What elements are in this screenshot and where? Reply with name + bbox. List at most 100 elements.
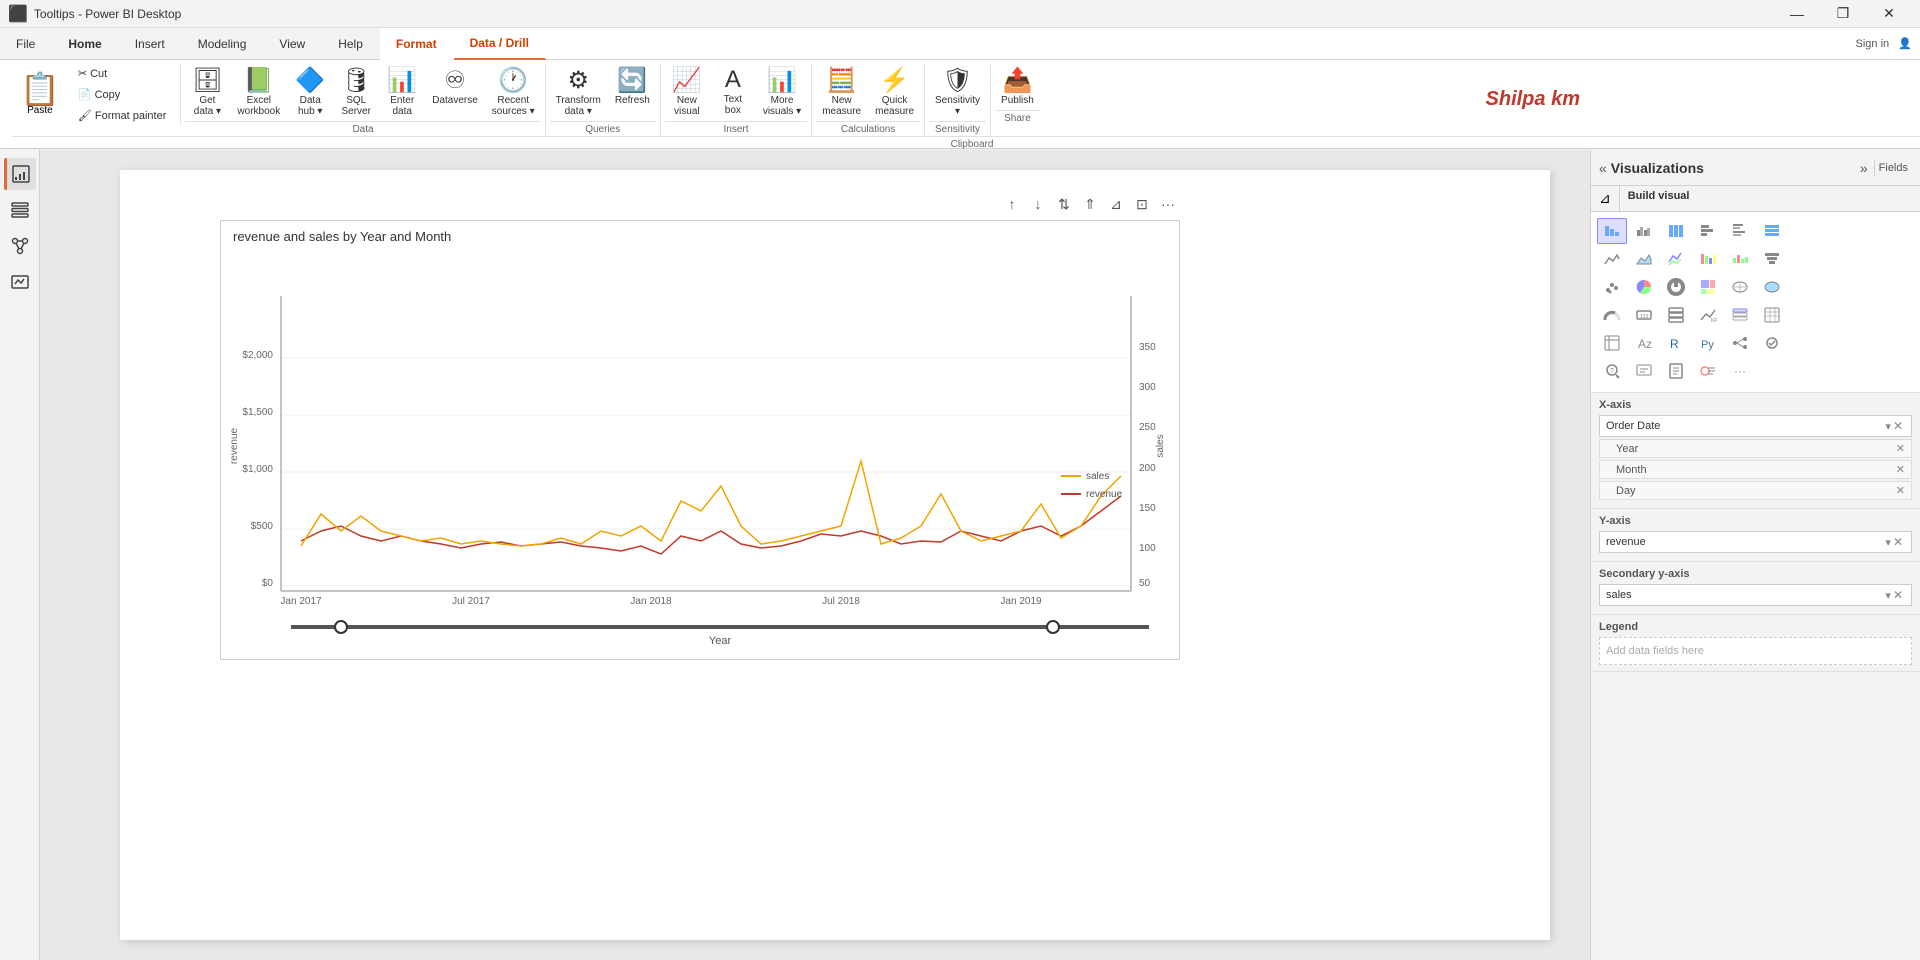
viz-icon-kpi[interactable]: KPI	[1693, 302, 1723, 328]
text-box-button[interactable]: A Textbox	[711, 64, 755, 119]
viz-icon-decomp-tree[interactable]	[1725, 330, 1755, 356]
chart-more-options[interactable]: ···	[1156, 192, 1180, 216]
viz-icon-waterfall[interactable]	[1725, 246, 1755, 272]
refresh-button[interactable]: 🔄 Refresh	[609, 64, 656, 119]
viz-icon-treemap[interactable]	[1693, 274, 1723, 300]
data-hub-label: Datahub ▾	[298, 95, 322, 117]
viz-icon-smart-narrative[interactable]	[1629, 358, 1659, 384]
tab-insert[interactable]: Insert	[119, 28, 182, 60]
viz-side-tabs: ⊿ Build visual	[1591, 186, 1920, 212]
viz-icon-donut[interactable]	[1661, 274, 1691, 300]
chart-drill-up[interactable]: ↑	[1000, 192, 1024, 216]
slider-left-handle[interactable]	[334, 620, 348, 634]
viz-icon-paginated-report[interactable]	[1661, 358, 1691, 384]
tab-help[interactable]: Help	[322, 28, 380, 60]
viz-icon-table[interactable]	[1757, 302, 1787, 328]
viz-icon-matrix[interactable]	[1597, 330, 1627, 356]
format-painter-button[interactable]: 🖌 Format painter	[72, 106, 173, 125]
titlebar-title: Tooltips - Power BI Desktop	[34, 7, 181, 21]
slider-right-handle[interactable]	[1046, 620, 1060, 634]
more-visuals-button[interactable]: 📊 Morevisuals ▾	[757, 64, 807, 119]
viz-icon-line-stacked[interactable]	[1661, 246, 1691, 272]
viz-icon-multirow-card[interactable]	[1661, 302, 1691, 328]
sidebar-model-icon[interactable]	[4, 230, 36, 262]
recent-sources-button[interactable]: 🕐 Recentsources ▾	[486, 64, 541, 119]
viz-icon-bar-stacked[interactable]	[1597, 218, 1627, 244]
sidebar-report-icon[interactable]	[4, 158, 36, 190]
titlebar-controls[interactable]: — ❐ ✕	[1774, 0, 1912, 28]
viz-icon-python[interactable]: Py	[1693, 330, 1723, 356]
sql-server-button[interactable]: 🛢 SQLServer	[334, 64, 378, 119]
filters-sidebar-tab[interactable]: ⊿	[1591, 186, 1620, 211]
insert-items: 📈 Newvisual A Textbox 📊 Morevisuals ▾	[665, 64, 807, 119]
collapse-panel-button[interactable]: «	[1599, 160, 1607, 176]
viz-icon-scatter[interactable]	[1597, 274, 1627, 300]
excel-workbook-button[interactable]: 📗 Excelworkbook	[231, 64, 286, 119]
viz-icon-filled-map[interactable]	[1757, 274, 1787, 300]
filters-icon: ⊿	[1599, 190, 1611, 207]
copy-button[interactable]: 📄 Copy	[72, 85, 173, 104]
tab-format[interactable]: Format	[380, 28, 454, 60]
tab-modeling[interactable]: Modeling	[182, 28, 264, 60]
sidebar-dax-icon[interactable]	[4, 266, 36, 298]
legend-drop-area[interactable]: Add data fields here	[1599, 637, 1912, 665]
tab-view[interactable]: View	[263, 28, 322, 60]
viz-icon-area[interactable]	[1629, 246, 1659, 272]
get-data-button[interactable]: 🗄 Getdata ▾	[185, 64, 229, 119]
viz-icon-slicer[interactable]	[1725, 302, 1755, 328]
enter-data-button[interactable]: 📊 Enterdata	[380, 64, 424, 119]
chart-drill-down[interactable]: ↓	[1026, 192, 1050, 216]
svg-text:revenue: revenue	[229, 427, 240, 464]
viz-icon-bar-clustered[interactable]	[1629, 218, 1659, 244]
viz-icon-map[interactable]	[1725, 274, 1755, 300]
x-axis-month-remove[interactable]: ✕	[1896, 463, 1905, 476]
sidebar-data-icon[interactable]	[4, 194, 36, 226]
publish-button[interactable]: 📤 Publish	[995, 64, 1040, 108]
fields-panel-toggle[interactable]: Fields	[1874, 160, 1912, 176]
close-button[interactable]: ✕	[1866, 0, 1912, 28]
quick-measure-button[interactable]: ⚡ Quickmeasure	[869, 64, 920, 119]
viz-icon-azure-map[interactable]: Az	[1629, 330, 1659, 356]
tab-file[interactable]: File	[0, 28, 52, 60]
viz-icon-r-visual[interactable]: R	[1661, 330, 1691, 356]
new-measure-button[interactable]: 🧮 Newmeasure	[816, 64, 867, 119]
x-axis-remove-btn[interactable]: ✕	[1891, 419, 1905, 433]
viz-icon-card[interactable]: 123	[1629, 302, 1659, 328]
chart-filter[interactable]: ⊿	[1104, 192, 1128, 216]
viz-icon-bar-100[interactable]	[1661, 218, 1691, 244]
sensitivity-button[interactable]: 🛡 Sensitivity▾	[929, 64, 986, 119]
transform-data-button[interactable]: ⚙ Transformdata ▾	[550, 64, 607, 119]
viz-icon-more[interactable]: ···	[1725, 358, 1755, 384]
viz-icon-gauge[interactable]	[1597, 302, 1627, 328]
chart-go-next[interactable]: ⇑	[1078, 192, 1102, 216]
x-axis-year-remove[interactable]: ✕	[1896, 442, 1905, 455]
svg-text:$500: $500	[251, 521, 274, 532]
expand-panel-button[interactable]: »	[1860, 160, 1868, 176]
viz-icon-bar-h-clustered[interactable]	[1725, 218, 1755, 244]
secondary-y-axis-remove-btn[interactable]: ✕	[1891, 588, 1905, 602]
dataverse-button[interactable]: ♾ Dataverse	[426, 64, 484, 119]
viz-icon-pie[interactable]	[1629, 274, 1659, 300]
maximize-button[interactable]: ❐	[1820, 0, 1866, 28]
share-items: 📤 Publish	[995, 64, 1040, 108]
viz-icon-key-influencers[interactable]	[1757, 330, 1787, 356]
chart-expand-all[interactable]: ⇅	[1052, 192, 1076, 216]
viz-icon-funnel[interactable]	[1757, 246, 1787, 272]
viz-icon-ribbon[interactable]	[1693, 246, 1723, 272]
paste-button[interactable]: 📋 Paste	[12, 64, 68, 125]
viz-icon-metrics[interactable]	[1693, 358, 1723, 384]
new-visual-button[interactable]: 📈 Newvisual	[665, 64, 709, 119]
tab-home[interactable]: Home	[52, 28, 118, 60]
cut-button[interactable]: ✂ Cut	[72, 64, 173, 83]
chart-focus[interactable]: ⊡	[1130, 192, 1154, 216]
insert-group: 📈 Newvisual A Textbox 📊 Morevisuals ▾ In…	[661, 64, 812, 135]
minimize-button[interactable]: —	[1774, 0, 1820, 28]
tab-data-drill[interactable]: Data / Drill	[454, 28, 546, 60]
viz-icon-bar-h[interactable]	[1693, 218, 1723, 244]
viz-icon-bar-h-100[interactable]	[1757, 218, 1787, 244]
viz-icon-line[interactable]	[1597, 246, 1627, 272]
data-hub-button[interactable]: 🔷 Datahub ▾	[288, 64, 332, 119]
y-axis-remove-btn[interactable]: ✕	[1891, 535, 1905, 549]
viz-icon-qa[interactable]: ?	[1597, 358, 1627, 384]
x-axis-day-remove[interactable]: ✕	[1896, 484, 1905, 497]
